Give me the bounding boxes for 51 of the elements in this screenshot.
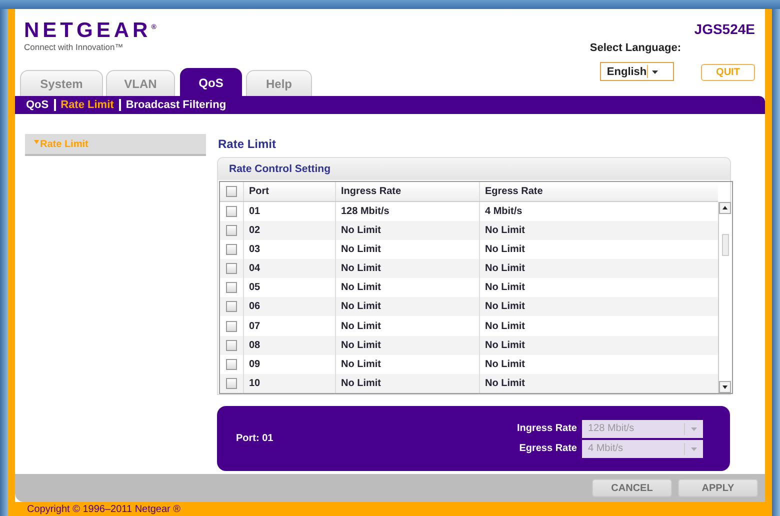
scroll-up-icon[interactable] (719, 202, 731, 214)
table-cell-text: No Limit (484, 262, 526, 276)
rate-dropdown: 128 Mbit/s (582, 420, 703, 438)
table-cell: 10 (244, 374, 336, 393)
subnav-link[interactable]: QoS (26, 99, 49, 111)
table-cell-text: No Limit (484, 338, 526, 353)
table-cell-text: No Limit (484, 376, 526, 391)
subnav-link[interactable]: Rate Limit (60, 99, 114, 111)
table-cell-text: 4 Mbit/s (484, 204, 524, 219)
subnav-link[interactable]: Broadcast Filtering (126, 99, 226, 111)
model-name: JGS524E (694, 21, 755, 37)
checkbox[interactable] (226, 378, 237, 389)
checkbox[interactable] (226, 224, 237, 236)
checkbox[interactable] (226, 301, 237, 312)
column-header[interactable]: Egress Rate (480, 182, 718, 201)
checkbox[interactable] (226, 263, 237, 274)
copyright-text: Copyright © 1996–2011 Netgear ® (26, 503, 182, 516)
caret-icon (690, 444, 698, 452)
logo-tagline: Connect with Innovation™ (24, 42, 124, 52)
field-label: Egress Rate (519, 443, 577, 454)
table-cell: No Limit (336, 374, 480, 393)
table-cell-text: No Limit (484, 358, 526, 372)
table-cell-text: No Limit (484, 300, 526, 314)
table-cell-text: No Limit (484, 281, 526, 296)
scrollbar-thumb[interactable] (722, 234, 729, 256)
checkbox[interactable] (226, 206, 237, 217)
language-dropdown[interactable]: English (600, 62, 674, 81)
port-label: Port: 01 (236, 433, 274, 444)
language-label: Select Language: (590, 42, 681, 54)
field-label: Ingress Rate (516, 423, 577, 434)
checkbox[interactable] (226, 186, 237, 197)
column-header[interactable]: Port (244, 182, 336, 201)
caret-icon (650, 68, 659, 76)
column-header[interactable]: Ingress Rate (336, 182, 480, 201)
table-cell-text: No Limit (484, 224, 526, 238)
netgear-logo: NETGEAR$^{®}$ (24, 18, 156, 42)
table-title: Rate Control Setting (218, 158, 730, 180)
table-cell-text: No Limit (484, 243, 526, 258)
nav-tab[interactable]: QoS (180, 68, 242, 96)
scrollbar[interactable] (718, 202, 732, 393)
page-title: Rate Limit (218, 137, 278, 151)
caret-icon (690, 424, 698, 432)
scroll-down-icon[interactable] (719, 381, 731, 393)
rate-dropdown: 4 Mbit/s (582, 440, 703, 458)
checkbox[interactable] (226, 282, 237, 294)
checkbox[interactable] (226, 340, 237, 351)
table-cell-text: No Limit (484, 320, 526, 334)
caret-icon (34, 140, 39, 144)
checkbox[interactable] (226, 320, 237, 332)
checkbox[interactable] (226, 244, 237, 256)
checkbox[interactable] (226, 358, 237, 370)
